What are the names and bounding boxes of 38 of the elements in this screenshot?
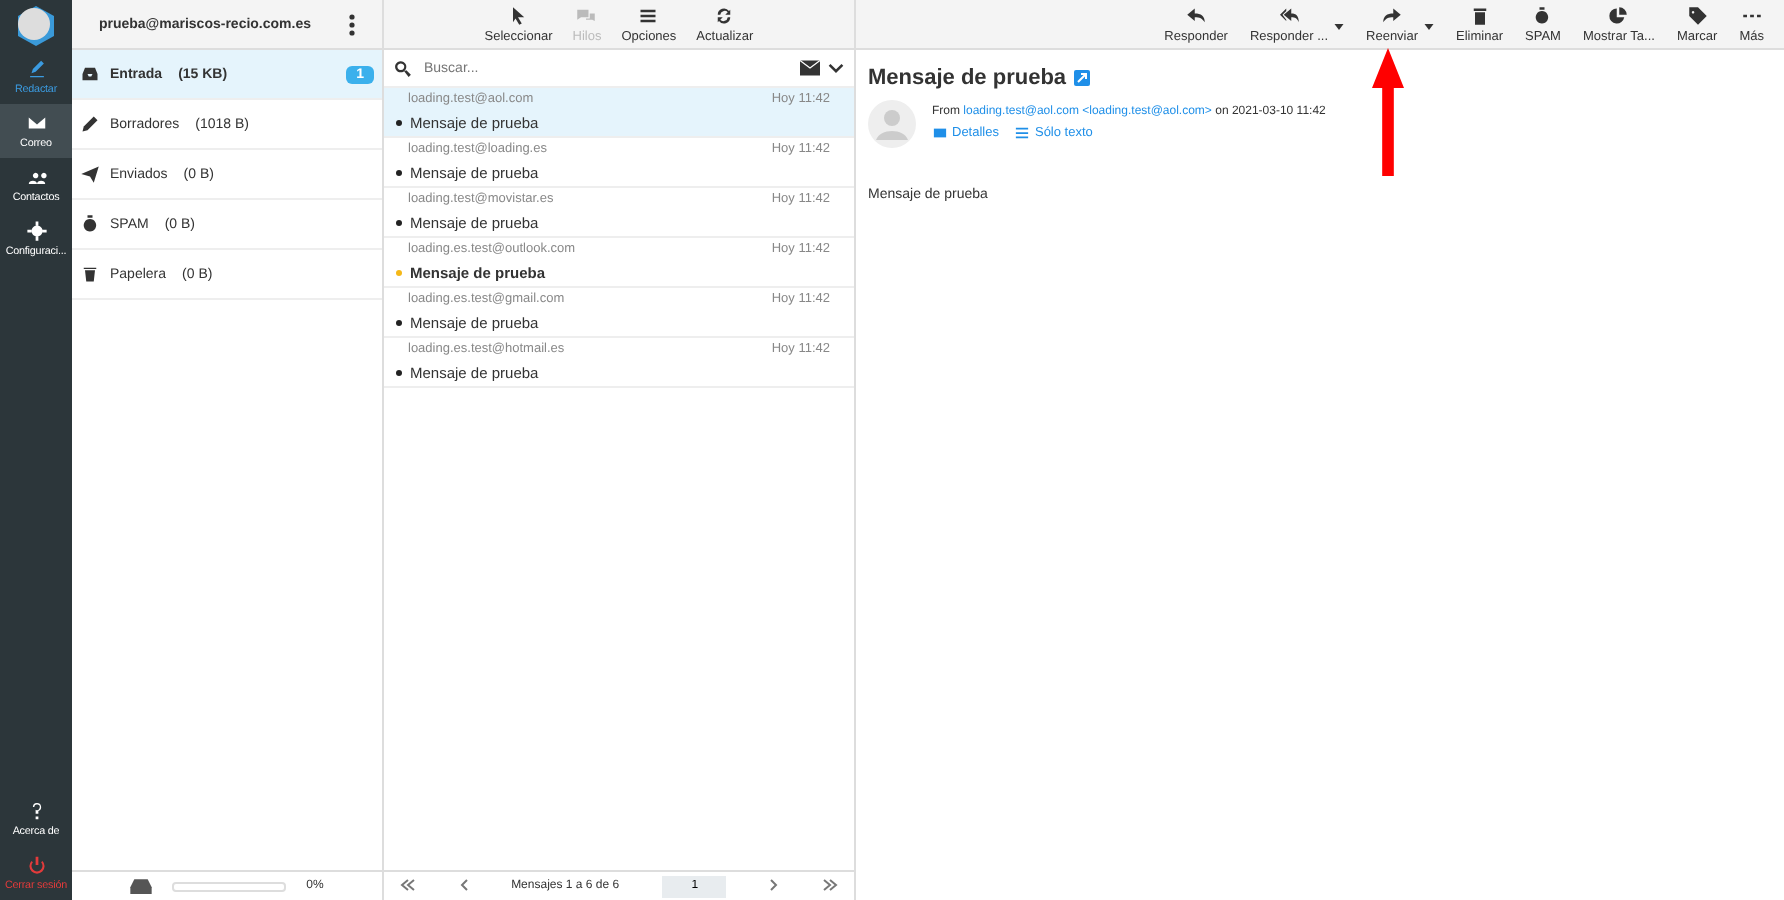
message-title: Mensaje de prueba [868,66,1067,90]
annotation-arrow [1372,48,1404,176]
reply-all-icon [1279,5,1299,25]
chat-bubbles-icon [576,5,597,25]
trash-icon [80,264,100,284]
cursor-icon [508,5,529,25]
forward-icon [1382,5,1403,25]
list-icon [1014,126,1031,140]
caret-icon [1424,23,1435,29]
status-dot [396,120,402,126]
previous-page-button[interactable] [459,876,468,896]
caret-icon [1334,23,1345,29]
bomb-icon [80,214,100,234]
power-icon [25,854,47,876]
bomb-icon [1532,5,1553,25]
next-page-button[interactable] [770,876,779,896]
trash-icon [1469,5,1490,25]
avatar-icon [868,100,916,148]
inbox-icon [80,64,100,84]
status-dot [396,320,402,326]
chevron-down-icon[interactable] [828,62,844,74]
menu-icon[interactable] [347,13,356,35]
status-dot [396,370,402,376]
first-page-button[interactable] [400,876,416,896]
last-page-button[interactable] [821,876,838,896]
tag-icon [1687,5,1708,25]
status-dot [396,170,402,176]
pie-chart-icon [1608,5,1629,25]
search-icon [394,59,412,77]
reply-icon [1186,5,1207,25]
status-dot [396,220,402,226]
paper-plane-icon [80,164,100,184]
status-dot [396,270,402,276]
pencil-icon [80,114,100,134]
drive-icon [130,878,153,894]
pencil-icon [25,58,47,80]
refresh-icon [714,5,735,25]
external-link-icon[interactable] [1074,70,1091,86]
